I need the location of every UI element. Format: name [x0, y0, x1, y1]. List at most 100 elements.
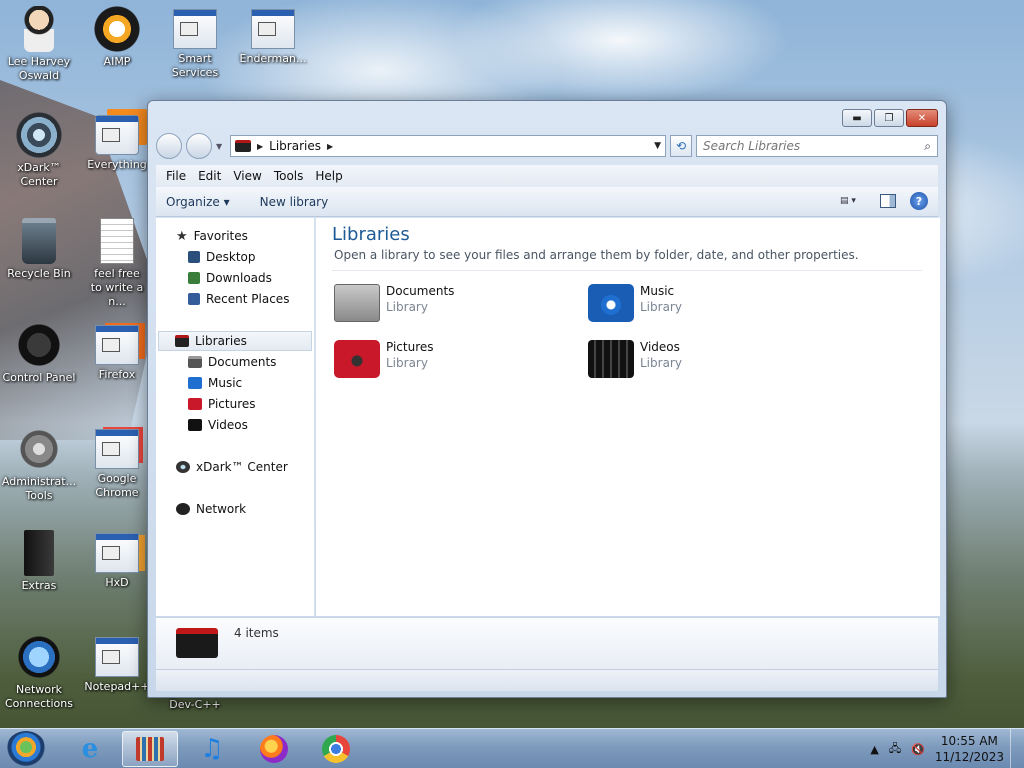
- desktop-icon-control-panel[interactable]: Control Panel: [0, 322, 78, 385]
- nav-desktop[interactable]: Desktop: [188, 247, 256, 267]
- nav-xdark-center[interactable]: xDark™ Center: [176, 457, 288, 477]
- show-desktop-button[interactable]: [1010, 729, 1024, 768]
- desktop-icon-hxd[interactable]: HxD: [78, 530, 156, 590]
- address-bar[interactable]: ▶ Libraries ▶ ▼: [230, 135, 666, 157]
- desktop-icon: [188, 251, 200, 263]
- nav-favorites[interactable]: ★ Favorites: [176, 226, 248, 246]
- desktop-icon-network-connections[interactable]: Network Connections: [0, 634, 78, 711]
- downloads-icon: [188, 272, 200, 284]
- search-icon[interactable]: ⌕: [924, 139, 931, 154]
- documents-icon: [188, 356, 202, 368]
- navigation-bar: ▼ ▶ Libraries ▶ ▼ ⟲ ⌕: [156, 133, 938, 159]
- libraries-folder-icon: [235, 140, 251, 152]
- admin-tools-gear-icon: [16, 426, 62, 472]
- menu-bar: File Edit View Tools Help: [156, 165, 938, 187]
- search-input[interactable]: [703, 139, 925, 153]
- taskbar-libraries[interactable]: [122, 731, 178, 767]
- nav-libraries[interactable]: Libraries: [158, 331, 312, 351]
- taskbar-music-player[interactable]: ♫: [184, 731, 240, 767]
- desktop-icon-lee-harvey-oswald[interactable]: Lee Harvey Oswald: [0, 6, 78, 83]
- nav-pictures[interactable]: Pictures: [188, 394, 256, 414]
- search-box[interactable]: ⌕: [696, 135, 938, 157]
- application-icon: [251, 9, 295, 49]
- menu-file[interactable]: File: [160, 169, 192, 183]
- nav-videos[interactable]: Videos: [188, 415, 248, 435]
- forward-button[interactable]: [186, 133, 212, 159]
- command-bar: Organize ▾ New library ▤ ▾ ?: [156, 187, 938, 217]
- refresh-button[interactable]: ⟲: [670, 135, 692, 157]
- nav-network[interactable]: Network: [176, 499, 246, 519]
- desktop-icon-text-file[interactable]: feel free to write a n...: [78, 218, 156, 309]
- desktop-icon-dev-cpp[interactable]: Dev-C++: [156, 698, 234, 712]
- start-button[interactable]: [6, 731, 46, 767]
- music-library-icon: [588, 284, 634, 322]
- chrome-icon: [322, 735, 350, 763]
- desktop-icon-everything[interactable]: Everything: [78, 112, 156, 172]
- new-library-button[interactable]: New library: [260, 195, 329, 209]
- chrome-icon: [95, 429, 139, 469]
- nav-music[interactable]: Music: [188, 373, 242, 393]
- taskbar-firefox[interactable]: [246, 731, 302, 767]
- clock[interactable]: 10:55 AM 11/12/2023: [935, 733, 1004, 765]
- text-document-icon: [100, 218, 134, 264]
- menu-help[interactable]: Help: [309, 169, 348, 183]
- minimize-button[interactable]: ▬: [842, 109, 872, 127]
- menu-view[interactable]: View: [227, 169, 267, 183]
- nav-documents[interactable]: Documents: [188, 352, 276, 372]
- star-icon: ★: [176, 228, 188, 244]
- page-title: Libraries: [332, 224, 410, 245]
- divider: [332, 270, 922, 271]
- preview-pane-icon[interactable]: [880, 194, 896, 208]
- close-button[interactable]: ✕: [906, 109, 938, 127]
- nav-recent-places[interactable]: Recent Places: [188, 289, 289, 309]
- recycle-bin-icon: [22, 218, 56, 264]
- pictures-icon: [188, 398, 202, 410]
- network-status-icon[interactable]: 🖧: [889, 740, 901, 759]
- page-subtitle: Open a library to see your files and arr…: [334, 248, 859, 262]
- maximize-button[interactable]: ❐: [874, 109, 904, 127]
- library-documents[interactable]: Documents Library: [334, 284, 454, 322]
- desktop-icon-smart-services[interactable]: Smart Services: [156, 6, 234, 80]
- music-icon: [188, 377, 202, 389]
- desktop-icon-enderman[interactable]: Enderman...: [234, 6, 312, 66]
- desktop-icon-recycle-bin[interactable]: Recycle Bin: [0, 218, 78, 281]
- desktop-icon-admin-tools[interactable]: Administrat... Tools: [0, 426, 78, 503]
- xdark-icon: [16, 112, 62, 158]
- menu-edit[interactable]: Edit: [192, 169, 227, 183]
- xdark-center-icon: [176, 461, 190, 473]
- change-view-button[interactable]: ▤ ▾: [840, 192, 866, 210]
- back-button[interactable]: [156, 133, 182, 159]
- library-videos[interactable]: Videos Library: [588, 340, 682, 378]
- taskbar-chrome[interactable]: [308, 731, 364, 767]
- desktop-icon-extras[interactable]: Extras: [0, 530, 78, 593]
- desktop-icon-google-chrome[interactable]: Google Chrome: [78, 426, 156, 500]
- library-shelf-icon: [136, 737, 164, 761]
- volume-muted-icon[interactable]: 🔇: [911, 743, 925, 756]
- breadcrumb-chevron[interactable]: ▶: [327, 142, 333, 151]
- menu-tools[interactable]: Tools: [268, 169, 310, 183]
- show-hidden-icons-icon[interactable]: ▲: [870, 743, 878, 756]
- desktop-icon-notepad-plus[interactable]: Notepad++: [78, 634, 156, 694]
- breadcrumb-separator[interactable]: ▶: [257, 142, 263, 151]
- desktop-icon-firefox[interactable]: Firefox: [78, 322, 156, 382]
- desktop-icon-xdark-center[interactable]: xDark™ Center: [0, 112, 78, 189]
- documents-library-icon: [334, 284, 380, 322]
- help-icon[interactable]: ?: [910, 192, 928, 210]
- address-dropdown[interactable]: ▼: [654, 141, 661, 151]
- library-music[interactable]: Music Library: [588, 284, 682, 322]
- window-controls: ▬ ❐ ✕: [842, 109, 938, 127]
- explorer-window: ▬ ❐ ✕ ▼ ▶ Libraries ▶ ▼ ⟲ ⌕ File Edit Vi…: [147, 100, 947, 698]
- libraries-icon: [175, 335, 189, 347]
- folder-icon: [24, 530, 54, 576]
- taskbar-internet-explorer[interactable]: e: [62, 731, 118, 767]
- recent-pages-dropdown[interactable]: ▼: [216, 142, 226, 151]
- nav-downloads[interactable]: Downloads: [188, 268, 272, 288]
- item-count: 4 items: [234, 626, 279, 640]
- breadcrumb-libraries[interactable]: Libraries: [269, 139, 321, 153]
- organize-button[interactable]: Organize ▾: [166, 195, 230, 209]
- hxd-icon: [95, 533, 139, 573]
- desktop-icon-aimp[interactable]: AIMP: [78, 6, 156, 69]
- firefox-icon: [95, 325, 139, 365]
- firefox-icon: [260, 735, 288, 763]
- library-pictures[interactable]: Pictures Library: [334, 340, 434, 378]
